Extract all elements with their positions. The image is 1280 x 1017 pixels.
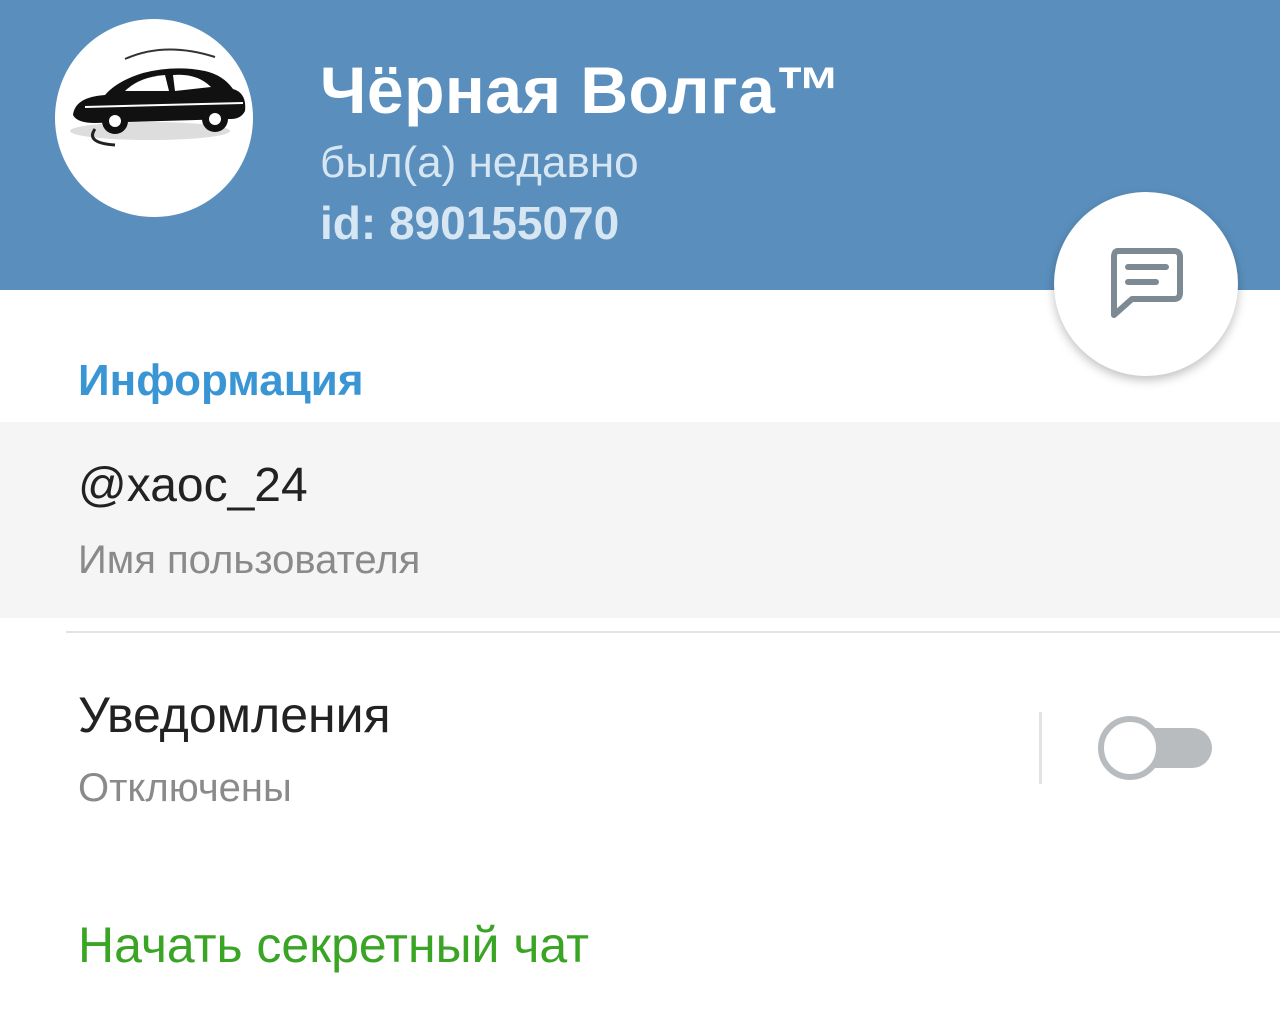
divider — [66, 631, 1280, 633]
notifications-toggle[interactable] — [1098, 716, 1214, 780]
start-secret-chat-button[interactable]: Начать секретный чат — [78, 916, 589, 974]
profile-id: id: 890155070 — [320, 197, 620, 249]
profile-status: был(а) недавно — [320, 138, 639, 187]
message-icon — [1111, 248, 1183, 318]
toggle-thumb — [1098, 716, 1162, 780]
avatar[interactable] — [55, 19, 253, 217]
notifications-title: Уведомления — [78, 687, 391, 743]
notifications-status: Отключены — [78, 766, 292, 810]
username-value: @хаос_24 — [78, 459, 308, 512]
username-row[interactable] — [0, 422, 1280, 618]
username-caption: Имя пользователя — [78, 538, 421, 582]
vertical-separator — [1039, 712, 1042, 784]
car-logo-icon — [70, 48, 246, 147]
notifications-row[interactable] — [0, 640, 1280, 850]
info-section-title: Информация — [78, 356, 364, 405]
send-message-button[interactable] — [1054, 192, 1238, 376]
profile-name: Чёрная Волга™ — [320, 53, 842, 127]
